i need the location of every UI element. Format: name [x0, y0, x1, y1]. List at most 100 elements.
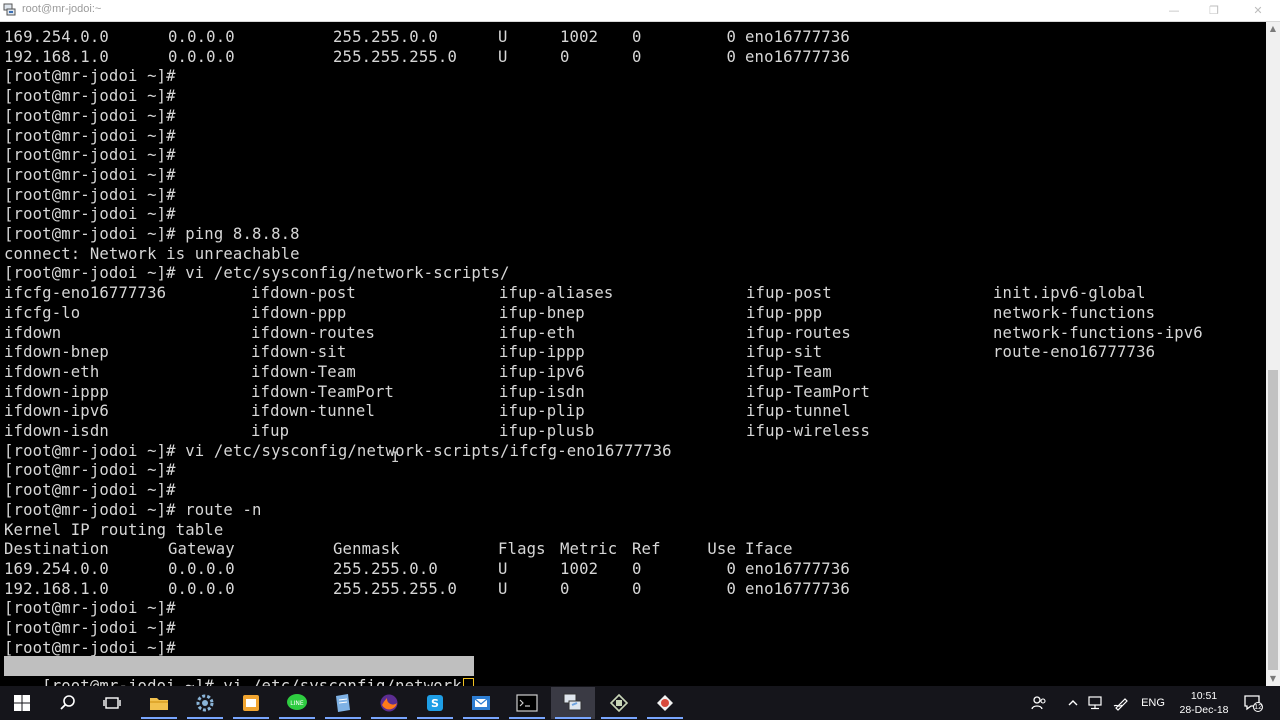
file-listing-entry: ifup-bnep — [499, 303, 585, 322]
outlook-icon[interactable] — [229, 687, 273, 719]
route-table-cell: eno16777736 — [745, 579, 850, 598]
taskbar: LINE S ENG 10:51 28-Dec-18 12 — [0, 686, 1280, 720]
clock-time: 10:51 — [1190, 690, 1218, 702]
file-listing-entry: ifdown-isdn — [4, 422, 109, 440]
terminal-line: [root@mr-jodoi ~]# — [4, 106, 176, 125]
firefox-icon[interactable] — [367, 687, 411, 719]
terminal-output[interactable]: 169.254.0.0 0.0.0.0 255.255.0.0 U 1002 0 0 eno1… — [0, 22, 1266, 686]
file-listing-entry: ifdown-ppp — [251, 303, 347, 322]
terminal-line: [root@mr-jodoi ~]# — [4, 461, 176, 480]
terminal-line: [root@mr-jodoi ~]# vi /etc/sysconfig/net… — [4, 441, 672, 460]
route-table-cell: 0 — [632, 28, 642, 46]
start-icon[interactable] — [0, 687, 44, 719]
route-table-cell: 0 — [726, 579, 736, 598]
file-listing-entry: ifdown-sit — [251, 343, 347, 362]
route-table-cell: 0.0.0.0 — [168, 28, 235, 46]
file-listing-entry: route-eno16777736 — [993, 343, 1156, 362]
network-icon[interactable] — [1086, 686, 1106, 720]
route-table-cell: eno16777736 — [745, 47, 850, 66]
route-table-cell: 255.255.0.0 — [333, 28, 438, 46]
scrollbar-thumb[interactable] — [1268, 370, 1278, 670]
cmd-terminal-icon[interactable] — [505, 687, 549, 719]
chevron-up-icon[interactable] — [1064, 686, 1082, 720]
terminal-line: [root@mr-jodoi ~]# route -n — [4, 500, 262, 519]
running-indicator — [279, 717, 315, 719]
maximize-button[interactable]: ❐ — [1192, 0, 1236, 21]
terminal-line: [root@mr-jodoi ~]# — [4, 638, 176, 657]
minimize-button[interactable]: — — [1152, 0, 1196, 21]
notifications-icon[interactable]: 12 — [1238, 686, 1268, 720]
terminal-line: [root@mr-jodoi ~]# — [4, 146, 176, 165]
route-table-cell: 192.168.1.0 — [4, 579, 109, 598]
terminal-line: [root@mr-jodoi ~]# — [4, 619, 176, 637]
file-listing-entry: init.ipv6-global — [993, 284, 1146, 303]
skype-icon[interactable]: S — [413, 687, 457, 719]
terminal-line: [root@mr-jodoi ~]# — [4, 67, 176, 86]
scroll-up-icon[interactable]: ▲ — [1266, 22, 1280, 36]
terminal-scrollbar[interactable]: ▲ ▼ — [1266, 22, 1280, 686]
pen-ink-icon[interactable] — [1110, 686, 1132, 720]
running-indicator — [509, 717, 545, 719]
terminal-line: [root@mr-jodoi ~]# ping 8.8.8.8 — [4, 225, 300, 243]
vm-app-icon[interactable] — [597, 687, 641, 719]
file-listing-entry: ifdown-tunnel — [251, 402, 375, 421]
file-listing-entry: ifdown-Team — [251, 362, 356, 381]
route-table-cell: 255.255.255.0 — [333, 47, 457, 66]
file-explorer-icon[interactable] — [137, 687, 181, 719]
route-table-cell: 0 — [632, 579, 642, 598]
taskbar-clock[interactable]: 10:51 28-Dec-18 — [1166, 688, 1242, 718]
people-icon[interactable] — [1028, 686, 1050, 720]
close-button[interactable]: ✕ — [1236, 0, 1280, 21]
command-input[interactable]: vi /etc/sysconfig/network — [223, 677, 461, 686]
vmware-icon[interactable] — [643, 687, 687, 719]
putty-icon — [3, 3, 16, 16]
settings-app-icon[interactable] — [183, 687, 227, 719]
route-table-cell: Metric — [560, 540, 618, 559]
route-table-cell: 0 — [560, 47, 570, 66]
file-listing-entry: network-functions — [993, 303, 1156, 322]
language-indicator[interactable]: ENG — [1136, 686, 1170, 720]
route-table-cell: 255.255.0.0 — [333, 559, 438, 578]
search-icon[interactable] — [46, 687, 90, 719]
file-listing-entry: ifdown-ipv6 — [4, 402, 109, 421]
terminal-line: [root@mr-jodoi ~]# — [4, 185, 176, 204]
file-listing-entry: network-functions-ipv6 — [993, 323, 1203, 342]
svg-text:LINE: LINE — [290, 700, 304, 707]
running-indicator — [233, 717, 269, 719]
running-indicator — [463, 717, 499, 719]
file-listing-entry: ifup-plip — [499, 402, 585, 421]
scroll-down-icon[interactable]: ▼ — [1266, 672, 1280, 686]
file-listing-entry: ifup-wireless — [746, 422, 870, 440]
file-listing-entry: ifup-eth — [499, 323, 576, 342]
route-table-cell: Genmask — [333, 540, 400, 559]
file-listing-entry: ifup-ipv6 — [499, 362, 585, 381]
task-view-icon[interactable] — [90, 687, 134, 719]
file-listing-entry: ifdown-TeamPort — [251, 382, 395, 401]
running-indicator — [555, 717, 591, 719]
route-table-cell: 0 — [726, 28, 736, 46]
terminal-line: [root@mr-jodoi ~]# — [4, 126, 176, 145]
window-title: root@mr-jodoi:~ — [22, 3, 102, 15]
terminal-line: Kernel IP routing table — [4, 520, 224, 539]
route-table-cell: U — [498, 28, 508, 46]
route-table-cell: 169.254.0.0 — [4, 28, 109, 46]
route-table-cell: eno16777736 — [745, 559, 850, 578]
command-line[interactable]: [root@mr-jodoi ~]# vi /etc/sysconfig/net… — [4, 656, 474, 686]
outlook-mail-icon[interactable] — [459, 687, 503, 719]
running-indicator — [601, 717, 637, 719]
route-table-cell: 192.168.1.0 — [4, 47, 109, 66]
running-indicator — [141, 717, 177, 719]
file-listing-entry: ifup-tunnel — [746, 402, 851, 421]
file-listing-entry: ifup-post — [746, 284, 832, 303]
terminal-line: [root@mr-jodoi ~]# vi /etc/sysconfig/net… — [4, 264, 510, 283]
route-table-cell: 0.0.0.0 — [168, 47, 235, 66]
line-app-icon[interactable]: LINE — [275, 687, 319, 719]
route-table-cell: 0 — [560, 579, 570, 598]
route-table-cell: 0 — [726, 47, 736, 66]
route-table-cell: U — [498, 579, 508, 598]
file-listing-entry: ifup-Team — [746, 362, 832, 381]
notepad-icon[interactable] — [321, 687, 365, 719]
route-table-cell: 0 — [726, 559, 736, 578]
putty-icon[interactable] — [551, 687, 595, 719]
file-listing-entry: ifdown-eth — [4, 362, 100, 381]
